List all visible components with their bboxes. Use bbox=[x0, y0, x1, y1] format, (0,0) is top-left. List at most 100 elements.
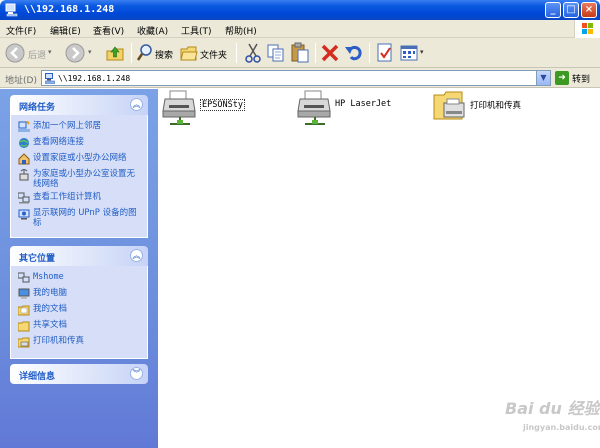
task-setup-home-network[interactable]: 设置家庭或小型办公网络 bbox=[11, 153, 147, 166]
printers-faxes-icon bbox=[18, 337, 30, 348]
watermark-url: jingyan.baidu.com bbox=[523, 423, 600, 432]
up-button[interactable] bbox=[104, 42, 126, 64]
delete-button[interactable] bbox=[320, 42, 340, 64]
add-network-place-icon bbox=[18, 121, 30, 132]
other-places-header[interactable]: 其它位置 ︽ bbox=[10, 246, 148, 266]
search-label: 搜索 bbox=[155, 51, 174, 61]
network-tasks-body: 添加一个网上邻居 查看网络连接 设置家庭或小型办公网络 为家庭或小型办公室设置无… bbox=[10, 115, 148, 238]
go-arrow-icon: ➜ bbox=[555, 71, 569, 85]
network-folder-icon bbox=[45, 73, 55, 84]
file-name: 打印机和传真 bbox=[470, 101, 522, 111]
copy-icon bbox=[267, 44, 284, 62]
place-my-computer[interactable]: 我的电脑 bbox=[11, 288, 147, 301]
task-view-network-connections[interactable]: 查看网络连接 bbox=[11, 137, 147, 150]
network-tasks-panel: 网络任务 ︽ 添加一个网上邻居 查看网络连接 设置家庭或小型办公网络 为家庭或小… bbox=[10, 95, 148, 238]
other-places-body: Mshome 我的电脑 我的文档 共享文档 打印机和传真 bbox=[10, 266, 148, 359]
folders-icon bbox=[180, 46, 198, 61]
home-network-icon bbox=[18, 153, 30, 165]
my-documents-icon bbox=[18, 305, 30, 316]
place-my-documents[interactable]: 我的文档 bbox=[11, 304, 147, 317]
go-button[interactable]: ➜ 转到 bbox=[555, 70, 598, 86]
forward-dropdown-icon[interactable]: ▾ bbox=[88, 48, 92, 56]
menu-view[interactable]: 查看(V) bbox=[93, 24, 124, 37]
details-header[interactable]: 详细信息 ︾ bbox=[10, 364, 148, 384]
back-button[interactable]: 后退 ▾ bbox=[4, 42, 56, 64]
collapse-chevron-icon[interactable]: ︽ bbox=[130, 98, 143, 111]
address-bar: 地址(D) \\192.168.1.248 ▼ ➜ 转到 bbox=[0, 68, 600, 88]
windows-logo-icon bbox=[574, 20, 600, 38]
views-icon bbox=[400, 45, 418, 61]
properties-button[interactable] bbox=[375, 42, 395, 64]
undo-button[interactable] bbox=[344, 42, 364, 64]
cut-button[interactable] bbox=[243, 42, 263, 64]
views-dropdown-icon[interactable]: ▾ bbox=[420, 48, 424, 56]
cut-icon bbox=[245, 43, 261, 63]
views-button[interactable]: ▾ bbox=[399, 42, 427, 64]
folders-button[interactable]: 文件夹 bbox=[180, 42, 230, 64]
title-bar[interactable]: \\192.168.1.248 _ □ × bbox=[0, 0, 600, 20]
upnp-device-icon bbox=[18, 209, 30, 220]
forward-button[interactable]: ▾ bbox=[64, 42, 98, 64]
toolbar: 后退 ▾ ▾ 搜索 文件夹 ▾ bbox=[0, 38, 600, 68]
place-printers-and-faxes[interactable]: 打印机和传真 bbox=[11, 336, 147, 349]
menu-tools[interactable]: 工具(T) bbox=[181, 24, 212, 37]
place-shared-documents[interactable]: 共享文档 bbox=[11, 320, 147, 333]
paste-button[interactable] bbox=[290, 42, 310, 64]
printer-hp-laserjet[interactable]: HP LaserJet bbox=[297, 89, 417, 129]
printer-epsonsty[interactable]: EPSONSty bbox=[162, 89, 252, 129]
menu-favorites[interactable]: 收藏(A) bbox=[137, 24, 168, 37]
menu-help[interactable]: 帮助(H) bbox=[225, 24, 257, 37]
address-value: \\192.168.1.248 bbox=[58, 74, 131, 83]
folders-label: 文件夹 bbox=[200, 51, 228, 61]
search-button[interactable]: 搜索 bbox=[136, 42, 176, 64]
menu-file[interactable]: 文件(F) bbox=[6, 24, 36, 37]
menu-bar: 文件(F) 编辑(E) 查看(V) 收藏(A) 工具(T) 帮助(H) bbox=[0, 20, 600, 38]
printers-and-faxes-folder[interactable]: 打印机和传真 bbox=[432, 89, 542, 129]
printers-faxes-folder-icon bbox=[433, 91, 465, 120]
back-dropdown-icon[interactable]: ▾ bbox=[48, 48, 52, 56]
copy-button[interactable] bbox=[266, 42, 286, 64]
network-folder-icon bbox=[5, 3, 18, 17]
shared-documents-icon bbox=[18, 321, 30, 332]
my-computer-icon bbox=[18, 288, 30, 299]
expand-chevron-icon[interactable]: ︾ bbox=[130, 367, 143, 380]
other-places-title: 其它位置 bbox=[19, 254, 56, 264]
back-icon bbox=[5, 43, 25, 63]
undo-icon bbox=[345, 45, 362, 61]
go-label: 转到 bbox=[572, 75, 591, 85]
network-printer-icon bbox=[162, 90, 196, 125]
task-view-workgroup-computers[interactable]: 查看工作组计算机 bbox=[11, 192, 147, 205]
window-title: \\192.168.1.248 bbox=[24, 4, 115, 15]
search-icon bbox=[136, 44, 152, 61]
close-button[interactable]: × bbox=[581, 2, 597, 18]
network-connections-icon bbox=[19, 138, 29, 148]
address-input[interactable]: \\192.168.1.248 ▼ bbox=[41, 70, 551, 86]
forward-icon bbox=[65, 43, 85, 63]
details-panel: 详细信息 ︾ bbox=[10, 364, 148, 384]
maximize-button[interactable]: □ bbox=[563, 2, 579, 18]
address-dropdown-icon[interactable]: ▼ bbox=[536, 71, 550, 85]
file-name: HP LaserJet bbox=[335, 99, 392, 109]
baidu-watermark: Bai du 经验 jingyan.baidu.com bbox=[505, 395, 600, 443]
workgroup-computers-icon bbox=[18, 192, 30, 204]
properties-icon bbox=[377, 43, 392, 62]
delete-icon bbox=[321, 44, 339, 62]
address-label: 地址(D) bbox=[5, 76, 37, 86]
place-mshome[interactable]: Mshome bbox=[11, 272, 147, 285]
details-title: 详细信息 bbox=[19, 372, 56, 382]
task-show-upnp-icons[interactable]: 显示联网的 UPnP 设备的图标 bbox=[11, 208, 147, 228]
network-tasks-header[interactable]: 网络任务 ︽ bbox=[10, 95, 148, 115]
file-name: EPSONSty bbox=[200, 99, 245, 111]
minimize-button[interactable]: _ bbox=[545, 2, 561, 18]
network-tasks-title: 网络任务 bbox=[19, 103, 56, 113]
network-printer-icon bbox=[297, 90, 331, 125]
collapse-chevron-icon[interactable]: ︽ bbox=[130, 249, 143, 262]
workgroup-icon bbox=[18, 272, 30, 283]
back-label: 后退 bbox=[28, 51, 47, 61]
paste-icon bbox=[291, 42, 309, 63]
menu-edit[interactable]: 编辑(E) bbox=[50, 24, 81, 37]
task-pane: 网络任务 ︽ 添加一个网上邻居 查看网络连接 设置家庭或小型办公网络 为家庭或小… bbox=[0, 89, 158, 448]
watermark-brand: Bai du 经验 bbox=[505, 399, 600, 418]
task-setup-wireless-network[interactable]: 为家庭或小型办公室设置无线网络 bbox=[11, 169, 147, 189]
task-add-network-place[interactable]: 添加一个网上邻居 bbox=[11, 121, 147, 134]
